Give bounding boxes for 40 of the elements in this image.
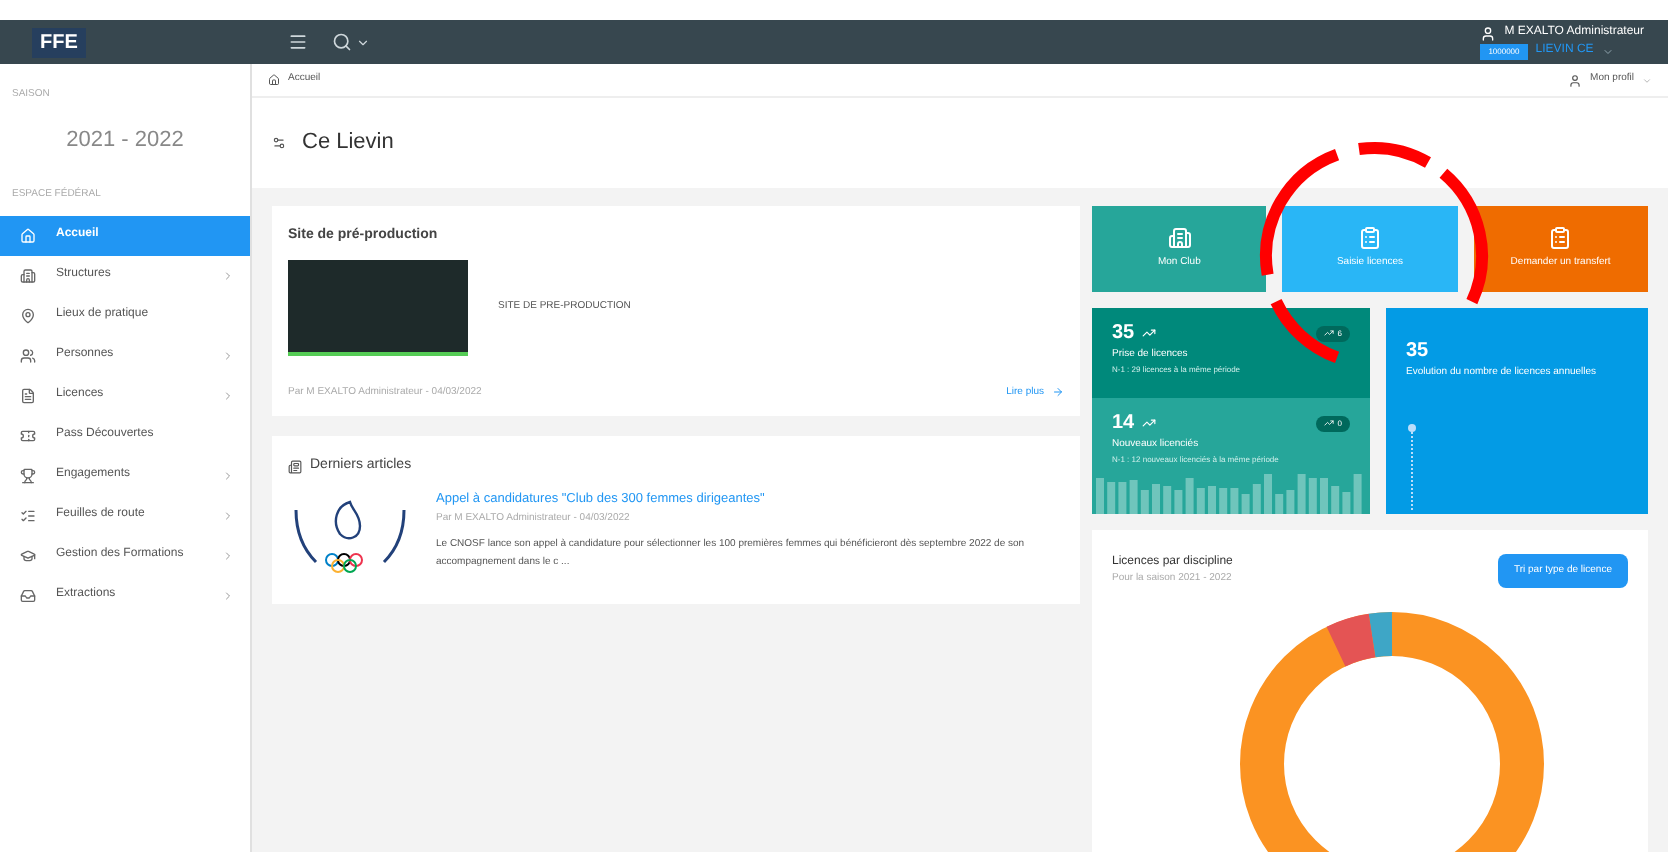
trend-icon	[1323, 328, 1334, 338]
graduation-cap-icon	[20, 547, 36, 563]
buildings-icon	[20, 267, 36, 283]
stat-value: 14	[1112, 410, 1135, 438]
newspaper-icon	[288, 459, 302, 474]
menu-icon[interactable]	[288, 32, 308, 52]
document-icon	[20, 387, 36, 403]
list-icon	[20, 507, 36, 523]
inbox-icon	[20, 587, 36, 603]
line-chart-drawing	[1406, 421, 1418, 509]
trophy-icon	[20, 467, 36, 483]
clipboard-icon	[1548, 226, 1573, 251]
chevron-icon	[222, 549, 234, 561]
caret-icon	[1642, 75, 1652, 85]
arrow-icon	[1052, 386, 1064, 399]
user-icon	[1480, 25, 1497, 41]
page-title: Ce Lievin	[302, 128, 394, 159]
trend-icon	[1142, 326, 1157, 340]
trend-icon	[1142, 416, 1157, 430]
chevron-icon	[222, 589, 234, 601]
chevron-icon	[222, 389, 234, 401]
home-icon	[268, 74, 280, 86]
caret-icon[interactable]	[356, 35, 370, 49]
ticket-icon	[20, 427, 36, 443]
chevron-icon	[222, 509, 234, 521]
chevron-icon	[222, 469, 234, 481]
building-icon	[1167, 226, 1192, 251]
logo: FFE	[32, 27, 86, 57]
trend-icon	[1323, 418, 1334, 428]
pin-icon	[20, 307, 36, 323]
chevron-icon	[222, 269, 234, 281]
people-icon	[20, 347, 36, 363]
stat-value: 35	[1112, 320, 1135, 348]
season-year: 2021 - 2022	[64, 125, 186, 155]
home-icon	[20, 227, 36, 243]
chevron-icon	[222, 349, 234, 361]
user-icon	[1568, 73, 1583, 87]
stat-value: 35	[1406, 338, 1431, 366]
search-icon[interactable]	[332, 32, 352, 52]
clipboard-icon	[1357, 226, 1382, 251]
